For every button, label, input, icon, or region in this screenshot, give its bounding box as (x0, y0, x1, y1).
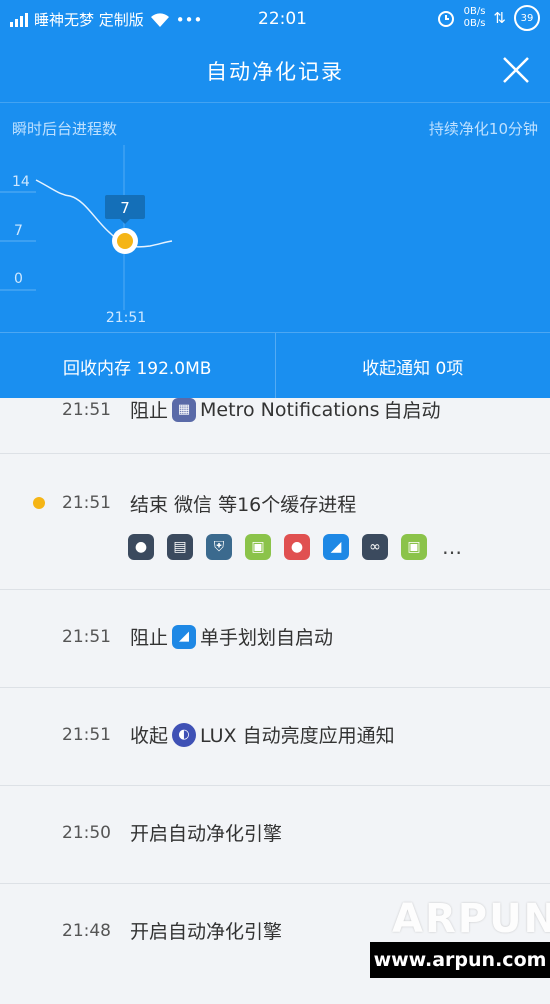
shield-app-icon: ⛨ (206, 534, 232, 560)
android-icon: ▣ (401, 534, 427, 560)
notification-summary: 收起通知 0项 (276, 333, 550, 399)
watermark-logo: ARPUN (392, 896, 550, 942)
x-tick-label: 21:51 (106, 310, 146, 326)
record-text: 开启自动净化引擎 (130, 819, 282, 846)
owl-app-icon: ∞ (362, 534, 388, 560)
record-app: Metro Notifications (200, 399, 380, 421)
list-item[interactable]: 21:51 阻止 ▦ Metro Notifications自启动 (0, 398, 550, 454)
chart-left-label: 瞬时后台进程数 (12, 118, 117, 139)
record-action: 收起 (130, 721, 168, 748)
more-dots-icon: ••• (176, 11, 203, 29)
swipe-app-icon: ◢ (323, 534, 349, 560)
battery-icon: 39 (514, 5, 540, 31)
record-time: 21:51 (62, 627, 111, 647)
record-action: 阻止 (130, 396, 168, 423)
status-bar: 睡神无梦 定制版 ••• 22:01 0B/s 0B/s ⇅ 39 (0, 0, 550, 38)
watermark-url: www.arpun.com (370, 942, 550, 978)
series-line (36, 180, 172, 247)
record-suffix: 单手划划自启动 (200, 623, 333, 650)
android-icon: ▣ (245, 534, 271, 560)
wechat-icon: ● (128, 534, 154, 560)
memory-summary: 回收内存 192.0MB (0, 333, 275, 399)
list-item[interactable]: 21:51 结束 微信 等16个缓存进程 ● ▤ ⛨ ▣ ● ◢ ∞ ▣ … (0, 454, 550, 590)
record-suffix: 自启动 (384, 396, 441, 423)
title-bar: 自动净化记录 (0, 38, 550, 103)
carrier-label: 睡神无梦 定制版 (34, 9, 144, 30)
chart-right-label: 持续净化10分钟 (429, 118, 538, 139)
tooltip-value: 7 (120, 199, 130, 217)
y-tick-14: 14 (12, 174, 30, 190)
wifi-icon (150, 12, 170, 28)
record-time: 21:48 (62, 921, 111, 941)
more-apps-ellipsis: … (442, 535, 462, 559)
summary-row: 回收内存 192.0MB 收起通知 0项 (0, 332, 550, 399)
record-app: LUX 自动亮度应用通知 (200, 721, 395, 748)
record-time: 21:50 (62, 823, 111, 843)
cache-app-icons: ● ▤ ⛨ ▣ ● ◢ ∞ ▣ … (128, 534, 462, 560)
record-time: 21:51 (62, 493, 111, 513)
y-tick-0: 0 (14, 271, 23, 287)
data-arrows-icon: ⇅ (493, 9, 506, 27)
lux-icon: ◐ (172, 723, 196, 747)
y-tick-7: 7 (14, 223, 23, 239)
battery-level: 39 (521, 13, 534, 24)
record-time: 21:51 (62, 725, 111, 745)
list-item[interactable]: 21:50 开启自动净化引擎 (0, 786, 550, 884)
contacts-icon: ● (284, 534, 310, 560)
record-text: 结束 微信 等16个缓存进程 (130, 490, 356, 517)
signal-icon (10, 13, 28, 27)
highlight-dot (33, 497, 45, 509)
metro-icon: ▦ (172, 398, 196, 422)
process-chart: 14 7 0 7 21:51 (0, 140, 550, 330)
list-item[interactable]: 21:51 阻止 ◢ 单手划划自启动 (0, 590, 550, 688)
list-item[interactable]: 21:51 收起 ◐ LUX 自动亮度应用通知 (0, 688, 550, 786)
clock: 22:01 (258, 9, 307, 29)
record-time: 21:51 (62, 400, 111, 420)
record-action: 阻止 (130, 623, 168, 650)
swipe-app-icon: ◢ (172, 625, 196, 649)
record-text: 开启自动净化引擎 (130, 917, 282, 944)
header-panel: 睡神无梦 定制版 ••• 22:01 0B/s 0B/s ⇅ 39 自动净化记录… (0, 0, 550, 398)
news-icon: ▤ (167, 534, 193, 560)
alarm-icon (436, 8, 456, 28)
page-title: 自动净化记录 (0, 56, 550, 86)
net-speed: 0B/s 0B/s (464, 6, 486, 30)
close-icon[interactable] (500, 54, 532, 86)
